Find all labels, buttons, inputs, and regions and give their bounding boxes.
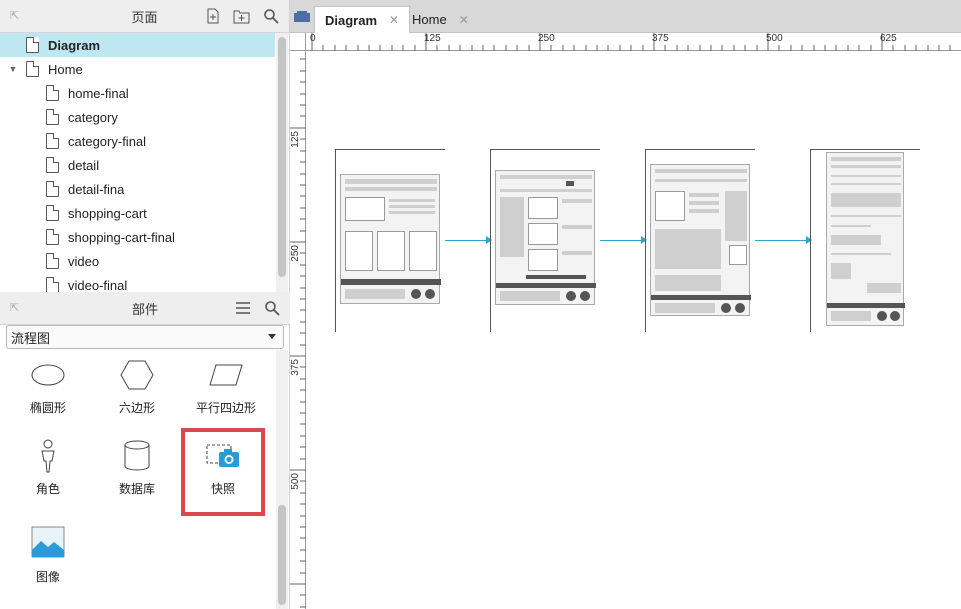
page-icon	[46, 181, 59, 197]
widgets-panel-header: ⇱ 部件	[0, 292, 290, 325]
page-item-home-final[interactable]: home-final	[0, 81, 275, 105]
page-icon	[46, 253, 59, 269]
page-item-shopping-cart-final[interactable]: shopping-cart-final	[0, 225, 275, 249]
widget-library-value: 流程图	[11, 330, 51, 346]
ruler-corner	[290, 33, 306, 51]
ruler-label: 125	[290, 131, 301, 148]
snapshot-image	[826, 152, 905, 326]
expand-triangle-icon[interactable]: ▼	[6, 64, 20, 74]
page-icon	[46, 277, 59, 292]
chevron-down-icon	[268, 334, 276, 339]
page-item-home[interactable]: ▼ Home	[0, 57, 275, 81]
page-item-detail-fina[interactable]: detail-fina	[0, 177, 275, 201]
menu-icon[interactable]	[234, 299, 251, 316]
page-icon	[46, 133, 59, 149]
widget-image[interactable]: 图像	[8, 520, 88, 585]
tab-diagram[interactable]: Diagram ✕	[314, 6, 411, 33]
snapshot-image	[495, 170, 596, 305]
search-icon[interactable]	[263, 299, 280, 316]
pages-scrollbar-thumb[interactable]	[278, 37, 286, 277]
widget-label: 数据库	[118, 482, 155, 496]
page-label: detail-fina	[68, 181, 125, 197]
widget-hexagon[interactable]: 六边形	[97, 355, 177, 416]
close-icon[interactable]: ✕	[389, 13, 399, 27]
page-icon	[46, 85, 59, 101]
page-label: video	[68, 253, 100, 269]
page-item-category-final[interactable]: category-final	[0, 129, 275, 153]
page-label: Home	[48, 61, 83, 77]
page-item-video[interactable]: video	[0, 249, 275, 273]
page-label: category-final	[68, 133, 147, 149]
ruler-label: 500	[290, 473, 301, 490]
widget-label: 椭圆形	[29, 401, 66, 415]
page-label: detail	[68, 157, 100, 173]
ruler-label: 375	[652, 33, 669, 44]
hexagon-icon	[120, 360, 154, 390]
page-label: Diagram	[48, 37, 101, 53]
ruler-ticks	[311, 33, 951, 51]
widget-label: 六边形	[118, 401, 155, 415]
page-label: shopping-cart	[68, 205, 147, 221]
widget-ellipse[interactable]: 椭圆形	[8, 355, 88, 416]
add-page-icon[interactable]	[204, 7, 221, 24]
widget-label: 平行四边形	[195, 401, 256, 415]
tab-home[interactable]: Home ✕	[402, 6, 479, 33]
ruler-label: 375	[290, 359, 301, 376]
snapshot-image	[340, 174, 441, 304]
page-item-video-final[interactable]: video-final	[0, 273, 275, 292]
page-item-diagram[interactable]: Diagram	[0, 33, 275, 57]
page-item-detail[interactable]: detail	[0, 153, 275, 177]
ruler-vertical: 125 250 375 500	[290, 51, 306, 609]
ruler-label: 250	[538, 33, 555, 44]
page-label: home-final	[68, 85, 129, 101]
pages-panel-header: ⇱ 页面	[0, 0, 289, 33]
page-icon	[46, 157, 59, 173]
tab-bar: Diagram ✕ Home ✕	[290, 0, 961, 33]
ellipse-icon	[31, 364, 65, 386]
add-folder-icon[interactable]	[233, 7, 250, 24]
page-icon	[46, 109, 59, 125]
flow-arrow	[445, 236, 492, 244]
page-label: category	[68, 109, 118, 125]
page-label: shopping-cart-final	[68, 229, 175, 245]
image-icon	[31, 526, 65, 558]
flow-arrow	[600, 236, 647, 244]
widget-library-select[interactable]: 流程图	[6, 325, 284, 349]
tab-label: Diagram	[325, 12, 378, 28]
ruler-label: 250	[290, 245, 301, 262]
page-switch-icon[interactable]	[293, 10, 311, 24]
pages-scrollbar[interactable]	[276, 33, 288, 292]
search-icon[interactable]	[262, 7, 279, 24]
actor-icon	[41, 439, 55, 473]
page-icon	[26, 37, 39, 53]
page-tree: Diagram ▼ Home home-final category categ…	[0, 33, 275, 292]
parallelogram-icon	[209, 364, 243, 386]
close-icon[interactable]: ✕	[459, 13, 469, 27]
widget-label: 图像	[35, 570, 60, 584]
page-icon	[46, 205, 59, 221]
widget-actor[interactable]: 角色	[8, 436, 88, 497]
ruler-label: 625	[880, 33, 897, 44]
left-panel: ⇱ 页面 Diagram ▼ Home home-final category …	[0, 0, 290, 609]
widget-database[interactable]: 数据库	[97, 436, 177, 497]
ruler-label: 500	[766, 33, 783, 44]
tab-label: Home	[412, 12, 447, 27]
widget-label: 角色	[35, 482, 60, 496]
page-label: video-final	[68, 277, 128, 293]
highlight-box	[181, 428, 265, 516]
widgets-scrollbar[interactable]	[276, 350, 288, 609]
flow-arrow	[755, 236, 812, 244]
widgets-scrollbar-thumb[interactable]	[278, 505, 286, 605]
widget-parallelogram[interactable]: 平行四边形	[186, 355, 266, 416]
page-item-category[interactable]: category	[0, 105, 275, 129]
page-icon	[46, 229, 59, 245]
ruler-label: 0	[310, 33, 316, 44]
snapshot-image	[650, 164, 751, 316]
page-item-shopping-cart[interactable]: shopping-cart	[0, 201, 275, 225]
database-icon	[124, 440, 150, 471]
page-icon	[26, 61, 39, 77]
ruler-horizontal: 0 125 250 375 500 625	[306, 33, 961, 51]
ruler-label: 125	[424, 33, 441, 44]
diagram-canvas[interactable]	[307, 52, 961, 609]
